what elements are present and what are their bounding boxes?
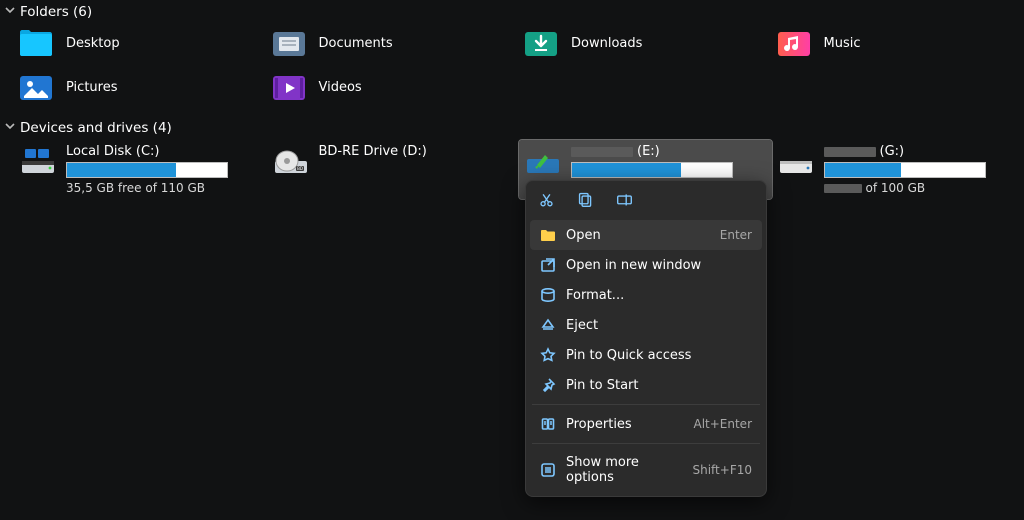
capacity-bar bbox=[66, 162, 228, 178]
context-menu-item-show-more-options[interactable]: Show more options Shift+F10 bbox=[530, 448, 762, 492]
more-icon bbox=[540, 462, 556, 478]
context-menu-item-pin-to-start[interactable]: Pin to Start bbox=[530, 370, 762, 400]
folder-label: Music bbox=[824, 36, 861, 51]
drive-free-redacted bbox=[824, 184, 862, 193]
folder-icon bbox=[540, 227, 556, 243]
context-menu-label: Format... bbox=[566, 288, 624, 303]
folders-title: Folders (6) bbox=[20, 4, 92, 20]
drives-grid: Local Disk (C:) 35,5 GB free of 110 GB B… bbox=[0, 138, 1024, 209]
drive-name-redacted bbox=[571, 147, 633, 157]
copy-icon[interactable] bbox=[577, 191, 594, 212]
drive-g[interactable]: (G:) of 100 GB bbox=[772, 140, 1024, 199]
properties-icon bbox=[540, 416, 556, 432]
context-menu-label: Open bbox=[566, 228, 601, 243]
context-menu-item-eject[interactable]: Eject bbox=[530, 310, 762, 340]
drive-free-text: 35,5 GB free of 110 GB bbox=[66, 181, 228, 195]
drive-c[interactable]: Local Disk (C:) 35,5 GB free of 110 GB bbox=[14, 140, 267, 199]
rename-icon[interactable] bbox=[616, 191, 633, 212]
context-menu-item-pin-to-quick-access[interactable]: Pin to Quick access bbox=[530, 340, 762, 370]
folder-downloads[interactable]: Downloads bbox=[519, 24, 772, 62]
music-icon bbox=[776, 28, 812, 58]
context-menu-toolbar bbox=[530, 185, 762, 220]
folder-videos[interactable]: Videos bbox=[267, 68, 520, 106]
context-menu-shortcut: Shift+F10 bbox=[692, 463, 752, 477]
chevron-down-icon bbox=[4, 120, 16, 136]
context-menu-separator bbox=[532, 404, 760, 405]
drive-name: (E:) bbox=[637, 144, 660, 159]
drives-title: Devices and drives (4) bbox=[20, 120, 172, 136]
context-menu-item-properties[interactable]: Properties Alt+Enter bbox=[530, 409, 762, 439]
capacity-bar bbox=[824, 162, 986, 178]
folder-pictures[interactable]: Pictures bbox=[14, 68, 267, 106]
folder-documents[interactable]: Documents bbox=[267, 24, 520, 62]
folders-section-header[interactable]: Folders (6) bbox=[0, 0, 1024, 22]
cut-icon[interactable] bbox=[538, 191, 555, 212]
drives-section-header[interactable]: Devices and drives (4) bbox=[0, 116, 1024, 138]
context-menu-label: Eject bbox=[566, 318, 598, 333]
videos-icon bbox=[271, 72, 307, 102]
documents-icon bbox=[271, 28, 307, 58]
context-menu-label: Open in new window bbox=[566, 258, 701, 273]
folder-label: Downloads bbox=[571, 36, 642, 51]
context-menu-label: Properties bbox=[566, 417, 632, 432]
context-menu-label: Pin to Start bbox=[566, 378, 638, 393]
hdd-icon bbox=[778, 144, 814, 178]
folder-label: Videos bbox=[319, 80, 362, 95]
external-drive-icon bbox=[525, 144, 561, 178]
folder-label: Pictures bbox=[66, 80, 117, 95]
drive-name: BD-RE Drive (D:) bbox=[319, 144, 469, 159]
drive-name: (G:) bbox=[880, 144, 905, 159]
drive-free-text: of 100 GB bbox=[866, 181, 926, 195]
format-icon bbox=[540, 287, 556, 303]
context-menu: Open Enter Open in new window Format... Ejec… bbox=[525, 180, 767, 497]
svg-text:BD: BD bbox=[297, 166, 303, 171]
folders-grid: Desktop Documents Downloads Music Pictur… bbox=[0, 22, 1024, 116]
drive-d[interactable]: BD BD-RE Drive (D:) bbox=[267, 140, 520, 199]
chevron-down-icon bbox=[4, 4, 16, 20]
downloads-icon bbox=[523, 28, 559, 58]
context-menu-shortcut: Alt+Enter bbox=[693, 417, 752, 431]
desktop-icon bbox=[18, 28, 54, 58]
drive-name-redacted bbox=[824, 147, 876, 157]
new-window-icon bbox=[540, 257, 556, 273]
folder-label: Documents bbox=[319, 36, 393, 51]
folder-label: Desktop bbox=[66, 36, 120, 51]
local-disk-icon bbox=[20, 144, 56, 178]
star-icon bbox=[540, 347, 556, 363]
pin-icon bbox=[540, 377, 556, 393]
eject-icon bbox=[540, 317, 556, 333]
context-menu-shortcut: Enter bbox=[720, 228, 752, 242]
context-menu-label: Pin to Quick access bbox=[566, 348, 691, 363]
context-menu-item-open[interactable]: Open Enter bbox=[530, 220, 762, 250]
context-menu-item-open-in-new-window[interactable]: Open in new window bbox=[530, 250, 762, 280]
context-menu-label: Show more options bbox=[566, 455, 682, 485]
bd-drive-icon: BD bbox=[273, 144, 309, 178]
capacity-bar bbox=[571, 162, 733, 178]
pictures-icon bbox=[18, 72, 54, 102]
context-menu-item-format[interactable]: Format... bbox=[530, 280, 762, 310]
folder-music[interactable]: Music bbox=[772, 24, 1024, 62]
context-menu-separator bbox=[532, 443, 760, 444]
drive-name: Local Disk (C:) bbox=[66, 144, 228, 159]
folder-desktop[interactable]: Desktop bbox=[14, 24, 267, 62]
